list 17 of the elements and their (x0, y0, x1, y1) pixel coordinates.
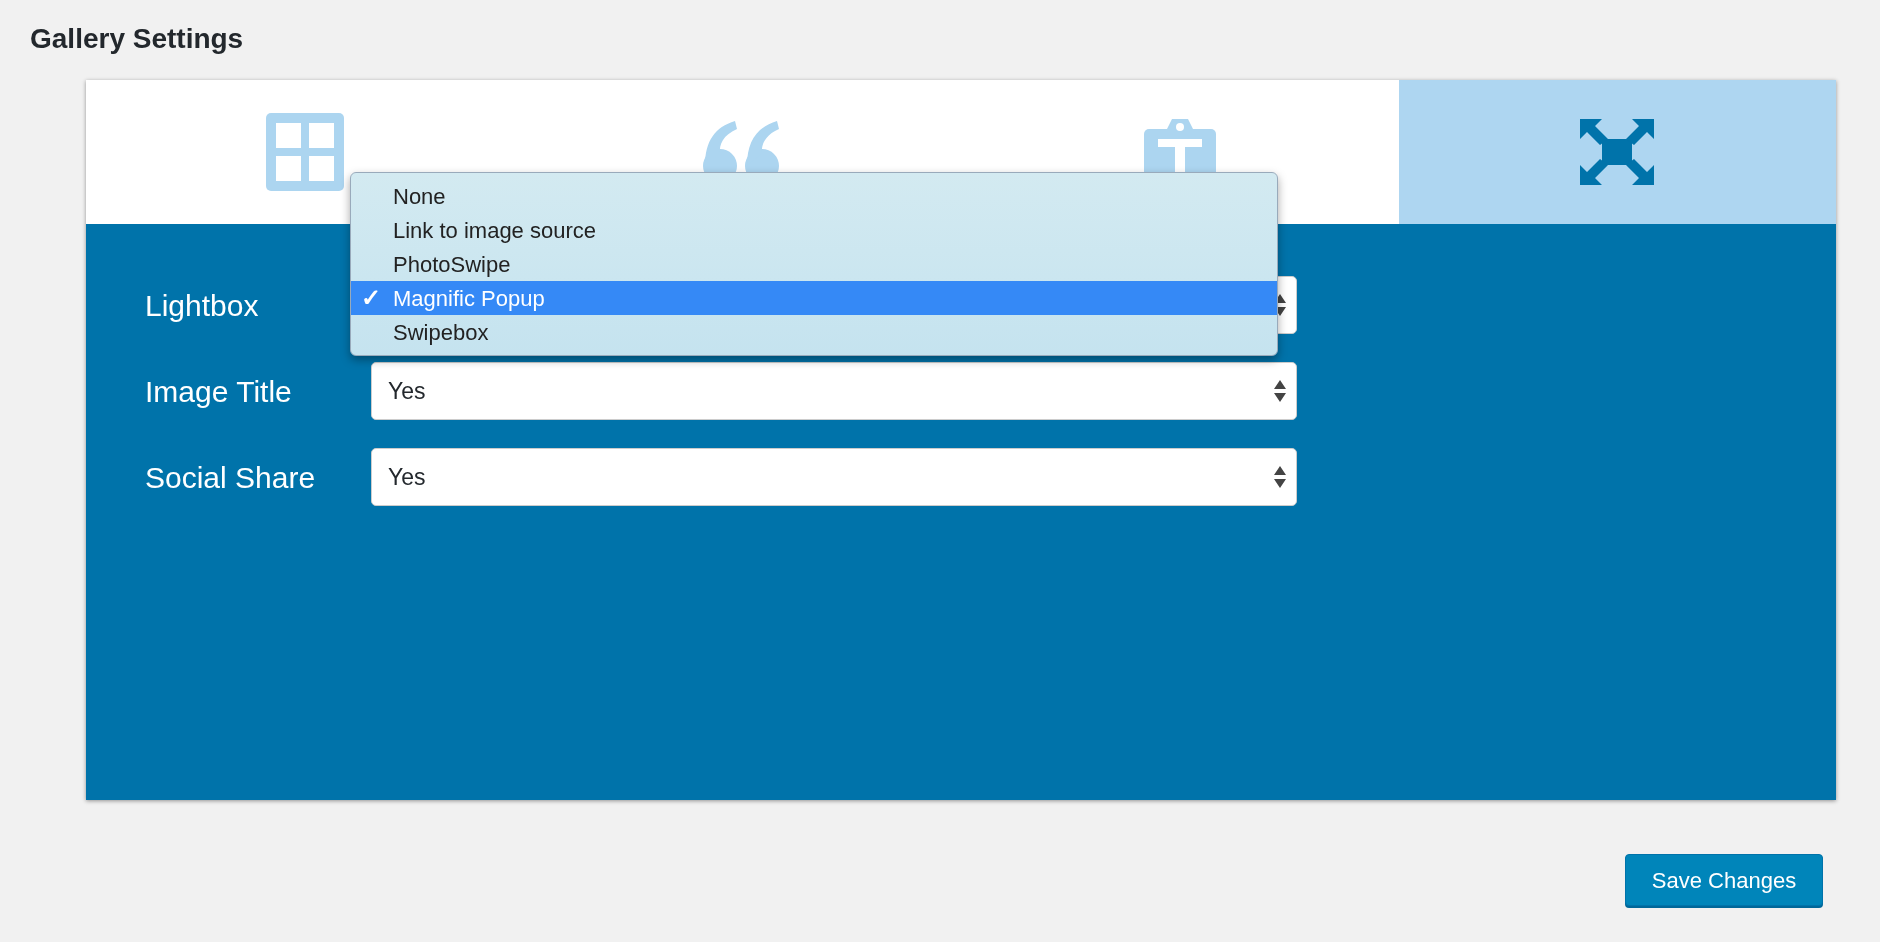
check-mark: ✓ (361, 284, 381, 311)
menu-option[interactable]: None (351, 179, 1277, 213)
menu-option[interactable]: Link to image source (351, 213, 1277, 247)
field-label: Social Share (145, 460, 316, 494)
expand-icon (1580, 119, 1655, 185)
updown-arrows-icon (1274, 380, 1286, 402)
menu-option[interactable]: PhotoSwipe (351, 247, 1277, 281)
field-label: Image Title (145, 374, 292, 408)
menu-option[interactable]: Swipebox (351, 315, 1277, 349)
field-label: Lightbox (145, 288, 259, 322)
tab[interactable] (1398, 80, 1836, 224)
save-button[interactable]: Save Changes (1625, 854, 1823, 906)
select-field[interactable]: Yes (371, 362, 1297, 420)
page-title: Gallery Settings (30, 22, 245, 56)
updown-arrows-icon (1274, 466, 1286, 488)
grid-icon (265, 113, 344, 191)
select-field[interactable]: Yes (371, 448, 1297, 506)
